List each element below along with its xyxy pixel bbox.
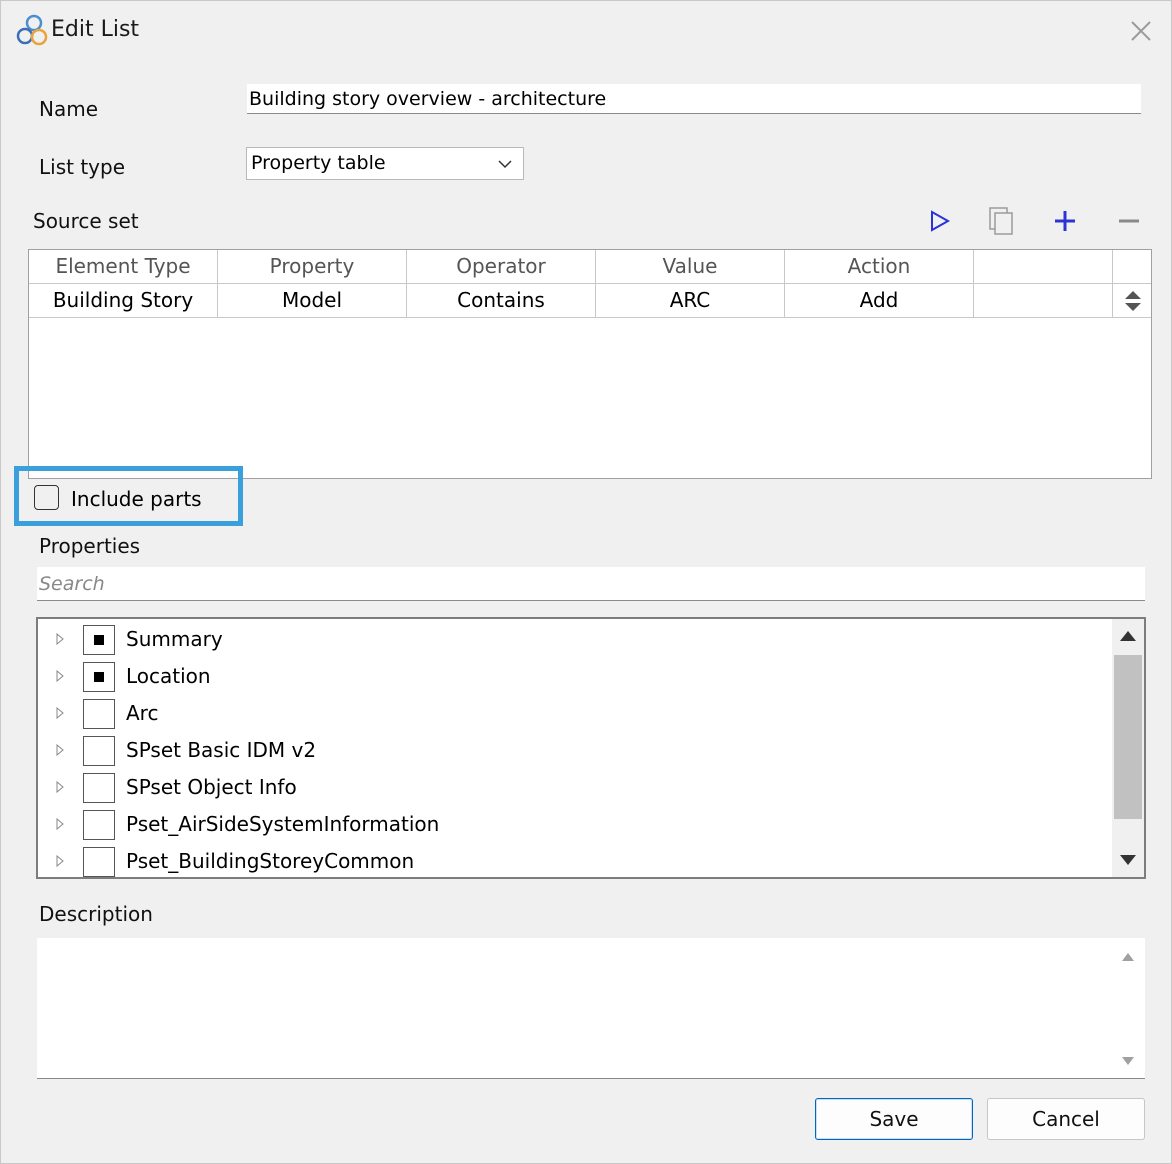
grid-header: Element Type Property Operator Value Act…	[29, 250, 1151, 284]
description-textarea[interactable]	[37, 938, 1145, 1079]
column-header-operator[interactable]: Operator	[407, 250, 596, 283]
edit-list-dialog: Edit List Name Building story overview -…	[0, 0, 1172, 1164]
dialog-title: Edit List	[51, 17, 140, 42]
list-item[interactable]: Arc	[38, 695, 1112, 732]
expand-arrow-icon[interactable]	[56, 818, 64, 830]
property-label: Pset_BuildingStoreyCommon	[126, 849, 415, 873]
scroll-up-icon[interactable]	[1121, 952, 1135, 962]
expand-arrow-icon[interactable]	[56, 707, 64, 719]
column-header-action[interactable]: Action	[785, 250, 974, 283]
property-checkbox[interactable]	[83, 699, 115, 729]
properties-scrollbar[interactable]	[1112, 619, 1144, 877]
properties-label: Properties	[39, 534, 141, 558]
expand-arrow-icon[interactable]	[56, 670, 64, 682]
column-header-property[interactable]: Property	[218, 250, 407, 283]
save-button[interactable]: Save	[815, 1098, 973, 1140]
property-label: SPset Basic IDM v2	[126, 738, 317, 762]
table-row[interactable]: Building Story Model Contains ARC Add	[29, 284, 1151, 318]
cell-action[interactable]: Add	[785, 284, 974, 317]
include-parts-highlight: Include parts	[14, 466, 243, 526]
close-icon[interactable]	[1121, 11, 1161, 51]
property-checkbox[interactable]	[83, 810, 115, 840]
list-type-value: Property table	[251, 152, 386, 174]
property-label: Summary	[126, 627, 223, 651]
name-label: Name	[39, 97, 99, 121]
reorder-arrows-icon[interactable]	[1123, 289, 1143, 313]
list-type-label: List type	[39, 155, 125, 179]
property-checkbox[interactable]	[83, 736, 115, 766]
property-label: SPset Object Info	[126, 775, 297, 799]
property-label: Arc	[126, 701, 159, 725]
chevron-down-icon	[498, 160, 512, 169]
column-header-element-type[interactable]: Element Type	[29, 250, 218, 283]
properties-search-input[interactable]: Search	[37, 567, 1145, 601]
scrollbar-thumb[interactable]	[1114, 655, 1142, 819]
minus-icon[interactable]	[1113, 205, 1145, 237]
source-set-label: Source set	[33, 209, 139, 233]
play-icon[interactable]	[923, 205, 955, 237]
copy-icon[interactable]	[985, 205, 1017, 237]
property-checkbox[interactable]	[83, 847, 115, 877]
name-input[interactable]: Building story overview - architecture	[247, 84, 1141, 114]
expand-arrow-icon[interactable]	[56, 633, 64, 645]
expand-arrow-icon[interactable]	[56, 744, 64, 756]
property-checkbox[interactable]	[83, 625, 115, 655]
list-item[interactable]: Location	[38, 658, 1112, 695]
include-parts-checkbox[interactable]	[34, 485, 59, 510]
cancel-button[interactable]: Cancel	[987, 1098, 1145, 1140]
scroll-down-icon[interactable]	[1121, 1056, 1135, 1066]
include-parts-label[interactable]: Include parts	[71, 487, 202, 511]
list-item[interactable]: Pset_AirSideSystemInformation	[38, 806, 1112, 843]
cell-extra	[974, 284, 1113, 317]
scroll-down-icon[interactable]	[1119, 853, 1137, 867]
property-label: Pset_AirSideSystemInformation	[126, 812, 440, 836]
plus-icon[interactable]	[1049, 205, 1081, 237]
cell-value[interactable]: ARC	[596, 284, 785, 317]
description-label: Description	[39, 902, 153, 926]
list-item[interactable]: SPset Object Info	[38, 769, 1112, 806]
list-item[interactable]: Summary	[38, 621, 1112, 658]
expand-arrow-icon[interactable]	[56, 855, 64, 867]
column-header-value[interactable]: Value	[596, 250, 785, 283]
list-item[interactable]: SPset Basic IDM v2	[38, 732, 1112, 769]
list-item[interactable]: Pset_BuildingStoreyCommon	[38, 843, 1112, 880]
expand-arrow-icon[interactable]	[56, 781, 64, 793]
list-type-select[interactable]: Property table	[246, 147, 524, 180]
scroll-up-icon[interactable]	[1119, 629, 1137, 643]
app-logo-icon	[16, 14, 48, 46]
cell-operator[interactable]: Contains	[407, 284, 596, 317]
cell-property[interactable]: Model	[218, 284, 407, 317]
column-header-extra	[974, 250, 1113, 283]
property-label: Location	[126, 664, 211, 688]
title-bar: Edit List	[1, 1, 1172, 61]
property-checkbox[interactable]	[83, 662, 115, 692]
property-checkbox[interactable]	[83, 773, 115, 803]
cell-element-type[interactable]: Building Story	[29, 284, 218, 317]
properties-tree[interactable]: Summary Location Arc SPset Basic IDM v2 …	[36, 617, 1146, 879]
source-set-grid[interactable]: Element Type Property Operator Value Act…	[28, 249, 1152, 479]
